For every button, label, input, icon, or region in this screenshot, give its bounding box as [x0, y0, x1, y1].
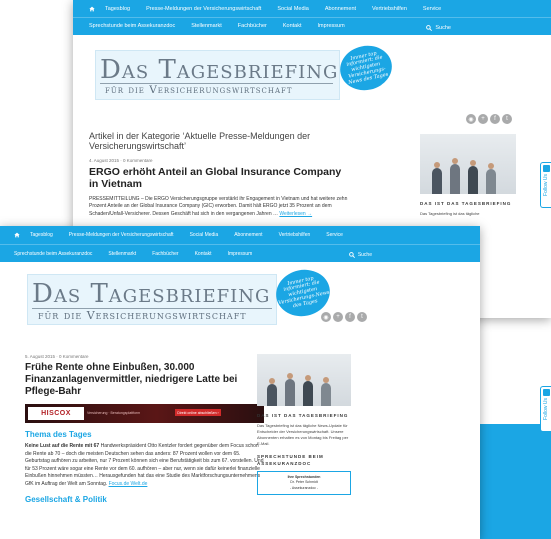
- sidebar-image: [420, 134, 516, 194]
- facebook-icon[interactable]: f: [490, 114, 500, 124]
- post-meta: 5. August 2015 · 0 Kommentare: [25, 354, 89, 359]
- nav-row-secondary: Sprechstunde beim Assekuranzdoc Stellenm…: [73, 17, 551, 34]
- main-navigation: Tagesblog Presse-Meldungen der Versicher…: [0, 226, 480, 262]
- nav-item-social-media[interactable]: Social Media: [277, 6, 309, 12]
- site-logo[interactable]: Das Tagesbriefing für die Versicherungsw…: [95, 50, 340, 100]
- logo-title: Das Tagesbriefing: [32, 279, 271, 309]
- site-logo[interactable]: Das Tagesbriefing für die Versicherungsw…: [27, 274, 277, 325]
- home-icon[interactable]: [89, 6, 95, 12]
- google-plus-icon[interactable]: +: [333, 312, 343, 322]
- search-icon: [348, 252, 355, 258]
- nav-item-kontakt[interactable]: Kontakt: [195, 251, 212, 257]
- nav-row-primary: Tagesblog Presse-Meldungen der Versicher…: [0, 226, 480, 244]
- promo-badge: Immer top informiert: die wichtigsten Ve…: [335, 41, 397, 95]
- read-more-link[interactable]: Weiterlesen →: [279, 211, 312, 217]
- section-heading-politik: Gesellschaft & Politik: [25, 495, 107, 504]
- follow-icon: [542, 165, 550, 172]
- google-plus-icon[interactable]: +: [478, 114, 488, 124]
- nav-item-vertriebshilfen[interactable]: Vertriebshilfen: [372, 6, 407, 12]
- nav-row-primary: Tagesblog Presse-Meldungen der Versicher…: [73, 0, 551, 17]
- browser-window-front: Tagesblog Presse-Meldungen der Versicher…: [0, 226, 480, 539]
- post-body-lead: Keine Lust auf die Rente mit 67: [25, 443, 100, 449]
- sidebar: DAS IST DAS TAGESBRIEFING Das Tagesbrief…: [420, 134, 516, 217]
- search-button[interactable]: Suche: [348, 252, 372, 258]
- home-icon[interactable]: [14, 232, 20, 238]
- post-body: Keine Lust auf die Rente mit 67 Handwerk…: [25, 443, 265, 488]
- nav-item-presse-meldungen[interactable]: Presse-Meldungen der Versicherungswirtsc…: [146, 6, 261, 12]
- search-button[interactable]: Suche: [426, 25, 451, 31]
- social-icons: ◉ + f t: [464, 114, 512, 124]
- nav-item-tagesblog[interactable]: Tagesblog: [30, 232, 53, 238]
- rss-icon[interactable]: ◉: [321, 312, 331, 322]
- nav-item-service[interactable]: Service: [326, 232, 343, 238]
- nav-item-stellenmarkt[interactable]: Stellenmarkt: [191, 23, 222, 29]
- nav-item-stellenmarkt[interactable]: Stellenmarkt: [108, 251, 136, 257]
- post-meta: 4. August 2015 · 0 Kommentare: [89, 157, 153, 163]
- sidebar-title-sprechstunde: SPRECHSTUNDE BEIM ASSEKURANZDOC: [257, 454, 324, 466]
- follow-us-tab[interactable]: Follow Us: [540, 162, 551, 208]
- sidebar-text: Das Tagesbriefing ist das tägliche: [420, 211, 480, 217]
- box-role: - Assekuranzdoc -: [289, 485, 318, 490]
- follow-label: Follow Us: [543, 174, 549, 196]
- follow-label: Follow Us: [543, 398, 549, 420]
- logo-subtitle: für die Versicherungswirtschaft: [38, 309, 247, 322]
- twitter-icon[interactable]: t: [357, 312, 367, 322]
- ad-logo: HISCOX: [28, 407, 84, 420]
- main-content: Artikel in der Kategorie ‘Aktuelle Press…: [89, 131, 349, 219]
- facebook-icon[interactable]: f: [345, 312, 355, 322]
- advertisement-banner[interactable]: HISCOX Versicherung · Beratungsplattform…: [25, 404, 264, 423]
- nav-item-vertriebshilfen[interactable]: Vertriebshilfen: [279, 232, 311, 238]
- nav-item-fachbuecher[interactable]: Fachbücher: [152, 251, 178, 257]
- follow-us-tab[interactable]: Follow Us: [540, 386, 551, 432]
- nav-item-service[interactable]: Service: [423, 6, 441, 12]
- nav-item-abonnement[interactable]: Abonnement: [234, 232, 262, 238]
- sidebar-image: [257, 354, 351, 406]
- social-icons: ◉ + f t: [319, 312, 367, 322]
- search-label: Suche: [435, 25, 451, 31]
- logo-title: Das Tagesbriefing: [100, 55, 339, 85]
- source-links[interactable]: Focus.de Welt.de: [109, 481, 148, 487]
- sidebar-title: DAS IST DAS TAGESBRIEFING: [420, 201, 512, 206]
- main-navigation: Tagesblog Presse-Meldungen der Versicher…: [73, 0, 551, 35]
- sidebar-title: DAS IST DAS TAGESBRIEFING: [257, 413, 349, 418]
- ad-cta-button[interactable]: Direkt online abschließen ›: [175, 409, 221, 416]
- nav-item-abonnement[interactable]: Abonnement: [325, 6, 356, 12]
- ad-subtitle: Versicherung · Beratungsplattform: [87, 411, 141, 415]
- nav-item-sprechstunde[interactable]: Sprechstunde beim Assekuranzdoc: [89, 23, 175, 29]
- nav-item-social-media[interactable]: Social Media: [190, 232, 219, 238]
- nav-item-tagesblog[interactable]: Tagesblog: [105, 6, 130, 12]
- nav-item-impressum[interactable]: Impressum: [228, 251, 253, 257]
- section-heading-thema: Thema des Tages: [25, 430, 92, 439]
- nav-item-kontakt[interactable]: Kontakt: [283, 23, 302, 29]
- nav-row-secondary: Sprechstunde beim Assekuranzdoc Stellenm…: [0, 244, 480, 262]
- sidebar: DAS IST DAS TAGESBRIEFING Das Tagesbrief…: [257, 354, 351, 496]
- follow-icon: [542, 389, 550, 396]
- search-icon: [426, 25, 433, 31]
- post-title[interactable]: Frühe Rente ohne Einbußen, 30.000 Finanz…: [25, 362, 265, 398]
- search-label: Suche: [357, 252, 372, 258]
- sidebar-text: Das Tagesbriefing ist das tägliche News-…: [257, 423, 349, 446]
- category-heading: Artikel in der Kategorie ‘Aktuelle Press…: [89, 131, 311, 151]
- post-excerpt: PRESSEMITTEILUNG – Die ERGO Versicherung…: [89, 196, 349, 219]
- sprechstunde-box[interactable]: Ihre Sprechstunden Dr. Peter Schmidt - A…: [257, 471, 351, 496]
- rss-icon[interactable]: ◉: [466, 114, 476, 124]
- main-content: 5. August 2015 · 0 Kommentare Frühe Rent…: [25, 348, 265, 504]
- nav-item-fachbuecher[interactable]: Fachbücher: [238, 23, 267, 29]
- nav-item-impressum[interactable]: Impressum: [318, 23, 345, 29]
- nav-item-presse-meldungen[interactable]: Presse-Meldungen der Versicherungswirtsc…: [69, 232, 174, 238]
- post-title[interactable]: ERGO erhöht Anteil an Global Insurance C…: [89, 166, 349, 190]
- logo-subtitle: für die Versicherungswirtschaft: [105, 84, 293, 96]
- twitter-icon[interactable]: t: [502, 114, 512, 124]
- nav-item-sprechstunde[interactable]: Sprechstunde beim Assekuranzdoc: [14, 251, 92, 257]
